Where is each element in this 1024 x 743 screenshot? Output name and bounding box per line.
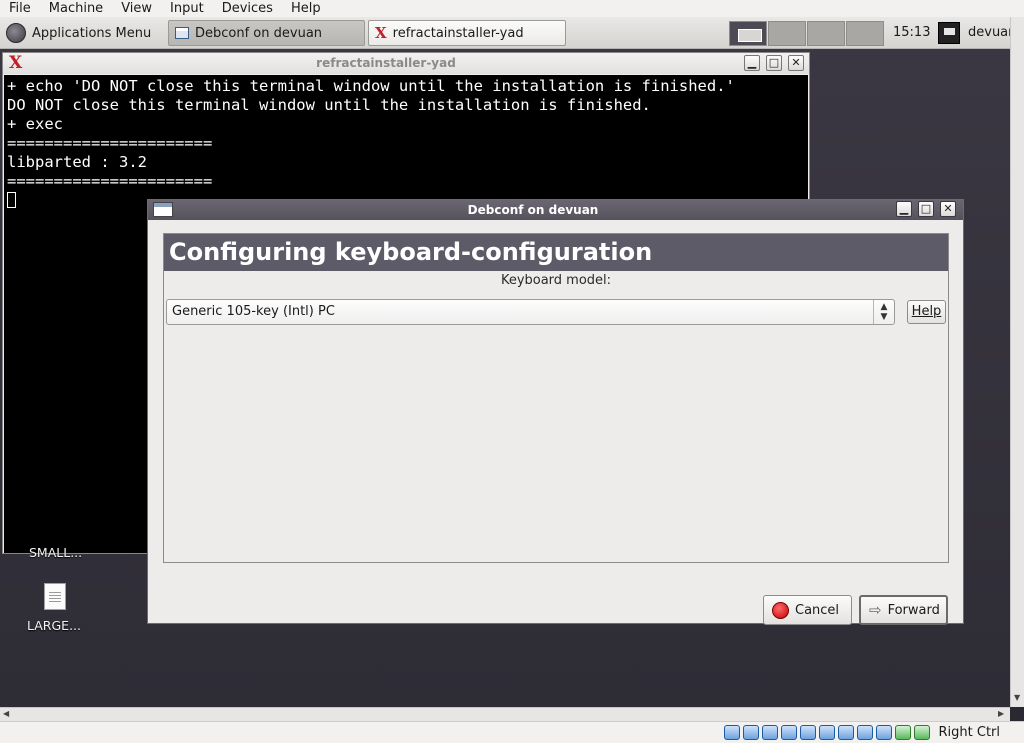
keyboard-model-label: Keyboard model:	[500, 273, 612, 288]
horizontal-scrollbar[interactable]: ◀ ▶	[0, 707, 1010, 721]
close-button[interactable]: ✕	[940, 201, 956, 217]
scroll-left-icon[interactable]: ◀	[3, 709, 9, 718]
desktop-icon-small-label[interactable]: SMALL...	[29, 545, 82, 560]
mouse-integration-icon[interactable]	[895, 725, 911, 740]
close-button[interactable]: ✕	[788, 55, 804, 71]
cpu-icon[interactable]	[876, 725, 892, 740]
stop-icon	[772, 601, 789, 619]
terminal-line: + exec	[7, 115, 63, 133]
devuan-logo-icon	[6, 23, 26, 43]
menu-view[interactable]: View	[112, 0, 161, 17]
host-key-label: Right Ctrl	[938, 725, 1001, 740]
dialog-titlebar[interactable]: Debconf on devuan ▁ □ ✕	[148, 200, 963, 220]
video-capture-icon[interactable]	[857, 725, 873, 740]
menu-file[interactable]: File	[0, 0, 40, 17]
workspace-switcher	[729, 21, 884, 46]
forward-arrow-icon: ⇨	[869, 601, 882, 619]
guest-desktop: Applications Menu Debconf on devuan X re…	[0, 17, 1010, 707]
menu-machine[interactable]: Machine	[40, 0, 112, 17]
forward-label: Forward	[887, 602, 940, 618]
debconf-dialog: Debconf on devuan ▁ □ ✕ Configuring keyb…	[147, 199, 964, 625]
terminal-line: ======================	[7, 134, 213, 152]
shared-folders-icon[interactable]	[819, 725, 835, 740]
menu-devices[interactable]: Devices	[213, 0, 282, 17]
question-frame: Configuring keyboard-configuration Keybo…	[163, 233, 949, 563]
minimize-button[interactable]: ▁	[896, 201, 912, 217]
forward-button[interactable]: ⇨ Forward	[859, 595, 948, 625]
device-status-icons	[724, 725, 930, 740]
audio-icon[interactable]	[762, 725, 778, 740]
applications-menu-label: Applications Menu	[32, 25, 152, 41]
keyboard-model-select[interactable]: Generic 105-key (Intl) PC ▲ ▼	[166, 299, 895, 325]
menu-input[interactable]: Input	[161, 0, 213, 17]
help-label: Help	[911, 304, 942, 319]
task-label: refractainstaller-yad	[392, 25, 524, 41]
applications-menu-button[interactable]: Applications Menu	[2, 21, 155, 45]
optical-drive-icon[interactable]	[743, 725, 759, 740]
vertical-scrollbar[interactable]: ▼	[1010, 17, 1024, 707]
terminal-line: + echo 'DO NOT close this terminal windo…	[7, 77, 735, 95]
display-icon[interactable]	[838, 725, 854, 740]
task-label: Debconf on devuan	[195, 25, 323, 41]
keyboard-capture-icon[interactable]	[914, 725, 930, 740]
workspace-3[interactable]	[807, 21, 845, 46]
dialog-title: Debconf on devuan	[467, 203, 599, 217]
terminal-line: libparted : 3.2	[7, 153, 147, 171]
desktop-icon-large-label[interactable]: LARGE...	[27, 618, 81, 633]
user-avatar-icon[interactable]	[938, 22, 960, 44]
usb-icon[interactable]	[800, 725, 816, 740]
scroll-down-icon[interactable]: ▼	[1014, 693, 1020, 702]
workspace-2[interactable]	[768, 21, 806, 46]
hard-disk-icon[interactable]	[724, 725, 740, 740]
cancel-label: Cancel	[795, 602, 840, 618]
document-icon[interactable]	[44, 583, 66, 610]
top-panel: Applications Menu Debconf on devuan X re…	[0, 17, 1010, 49]
clock[interactable]: 15:13	[893, 25, 930, 40]
terminal-line: DO NOT close this terminal window until …	[7, 96, 651, 114]
terminal-titlebar[interactable]: X refractainstaller-yad ▁ □ ✕	[3, 53, 809, 74]
maximize-button[interactable]: □	[766, 55, 782, 71]
host-menu-bar: File Machine View Input Devices Help	[0, 0, 1024, 17]
x-terminal-icon: X	[375, 23, 387, 42]
minimize-button[interactable]: ▁	[744, 55, 760, 71]
menu-help[interactable]: Help	[282, 0, 330, 17]
maximize-button[interactable]: □	[918, 201, 934, 217]
network-icon[interactable]	[781, 725, 797, 740]
terminal-title: refractainstaller-yad	[316, 56, 456, 70]
spin-arrows-icon: ▲ ▼	[873, 300, 894, 324]
user-name[interactable]: devuan	[968, 25, 1010, 40]
keyboard-model-value: Generic 105-key (Intl) PC	[172, 304, 335, 319]
vbox-status-bar: Right Ctrl	[0, 721, 1024, 743]
task-refractainstaller[interactable]: X refractainstaller-yad	[368, 20, 566, 46]
dialog-heading: Configuring keyboard-configuration	[164, 234, 948, 271]
cancel-button[interactable]: Cancel	[763, 595, 852, 625]
terminal-line: ======================	[7, 172, 213, 190]
scroll-right-icon[interactable]: ▶	[998, 709, 1004, 718]
task-debconf[interactable]: Debconf on devuan	[168, 20, 365, 46]
terminal-cursor	[7, 192, 16, 208]
workspace-1[interactable]	[729, 21, 767, 46]
help-button[interactable]: Help	[907, 300, 946, 324]
window-icon	[175, 27, 189, 39]
workspace-4[interactable]	[846, 21, 884, 46]
